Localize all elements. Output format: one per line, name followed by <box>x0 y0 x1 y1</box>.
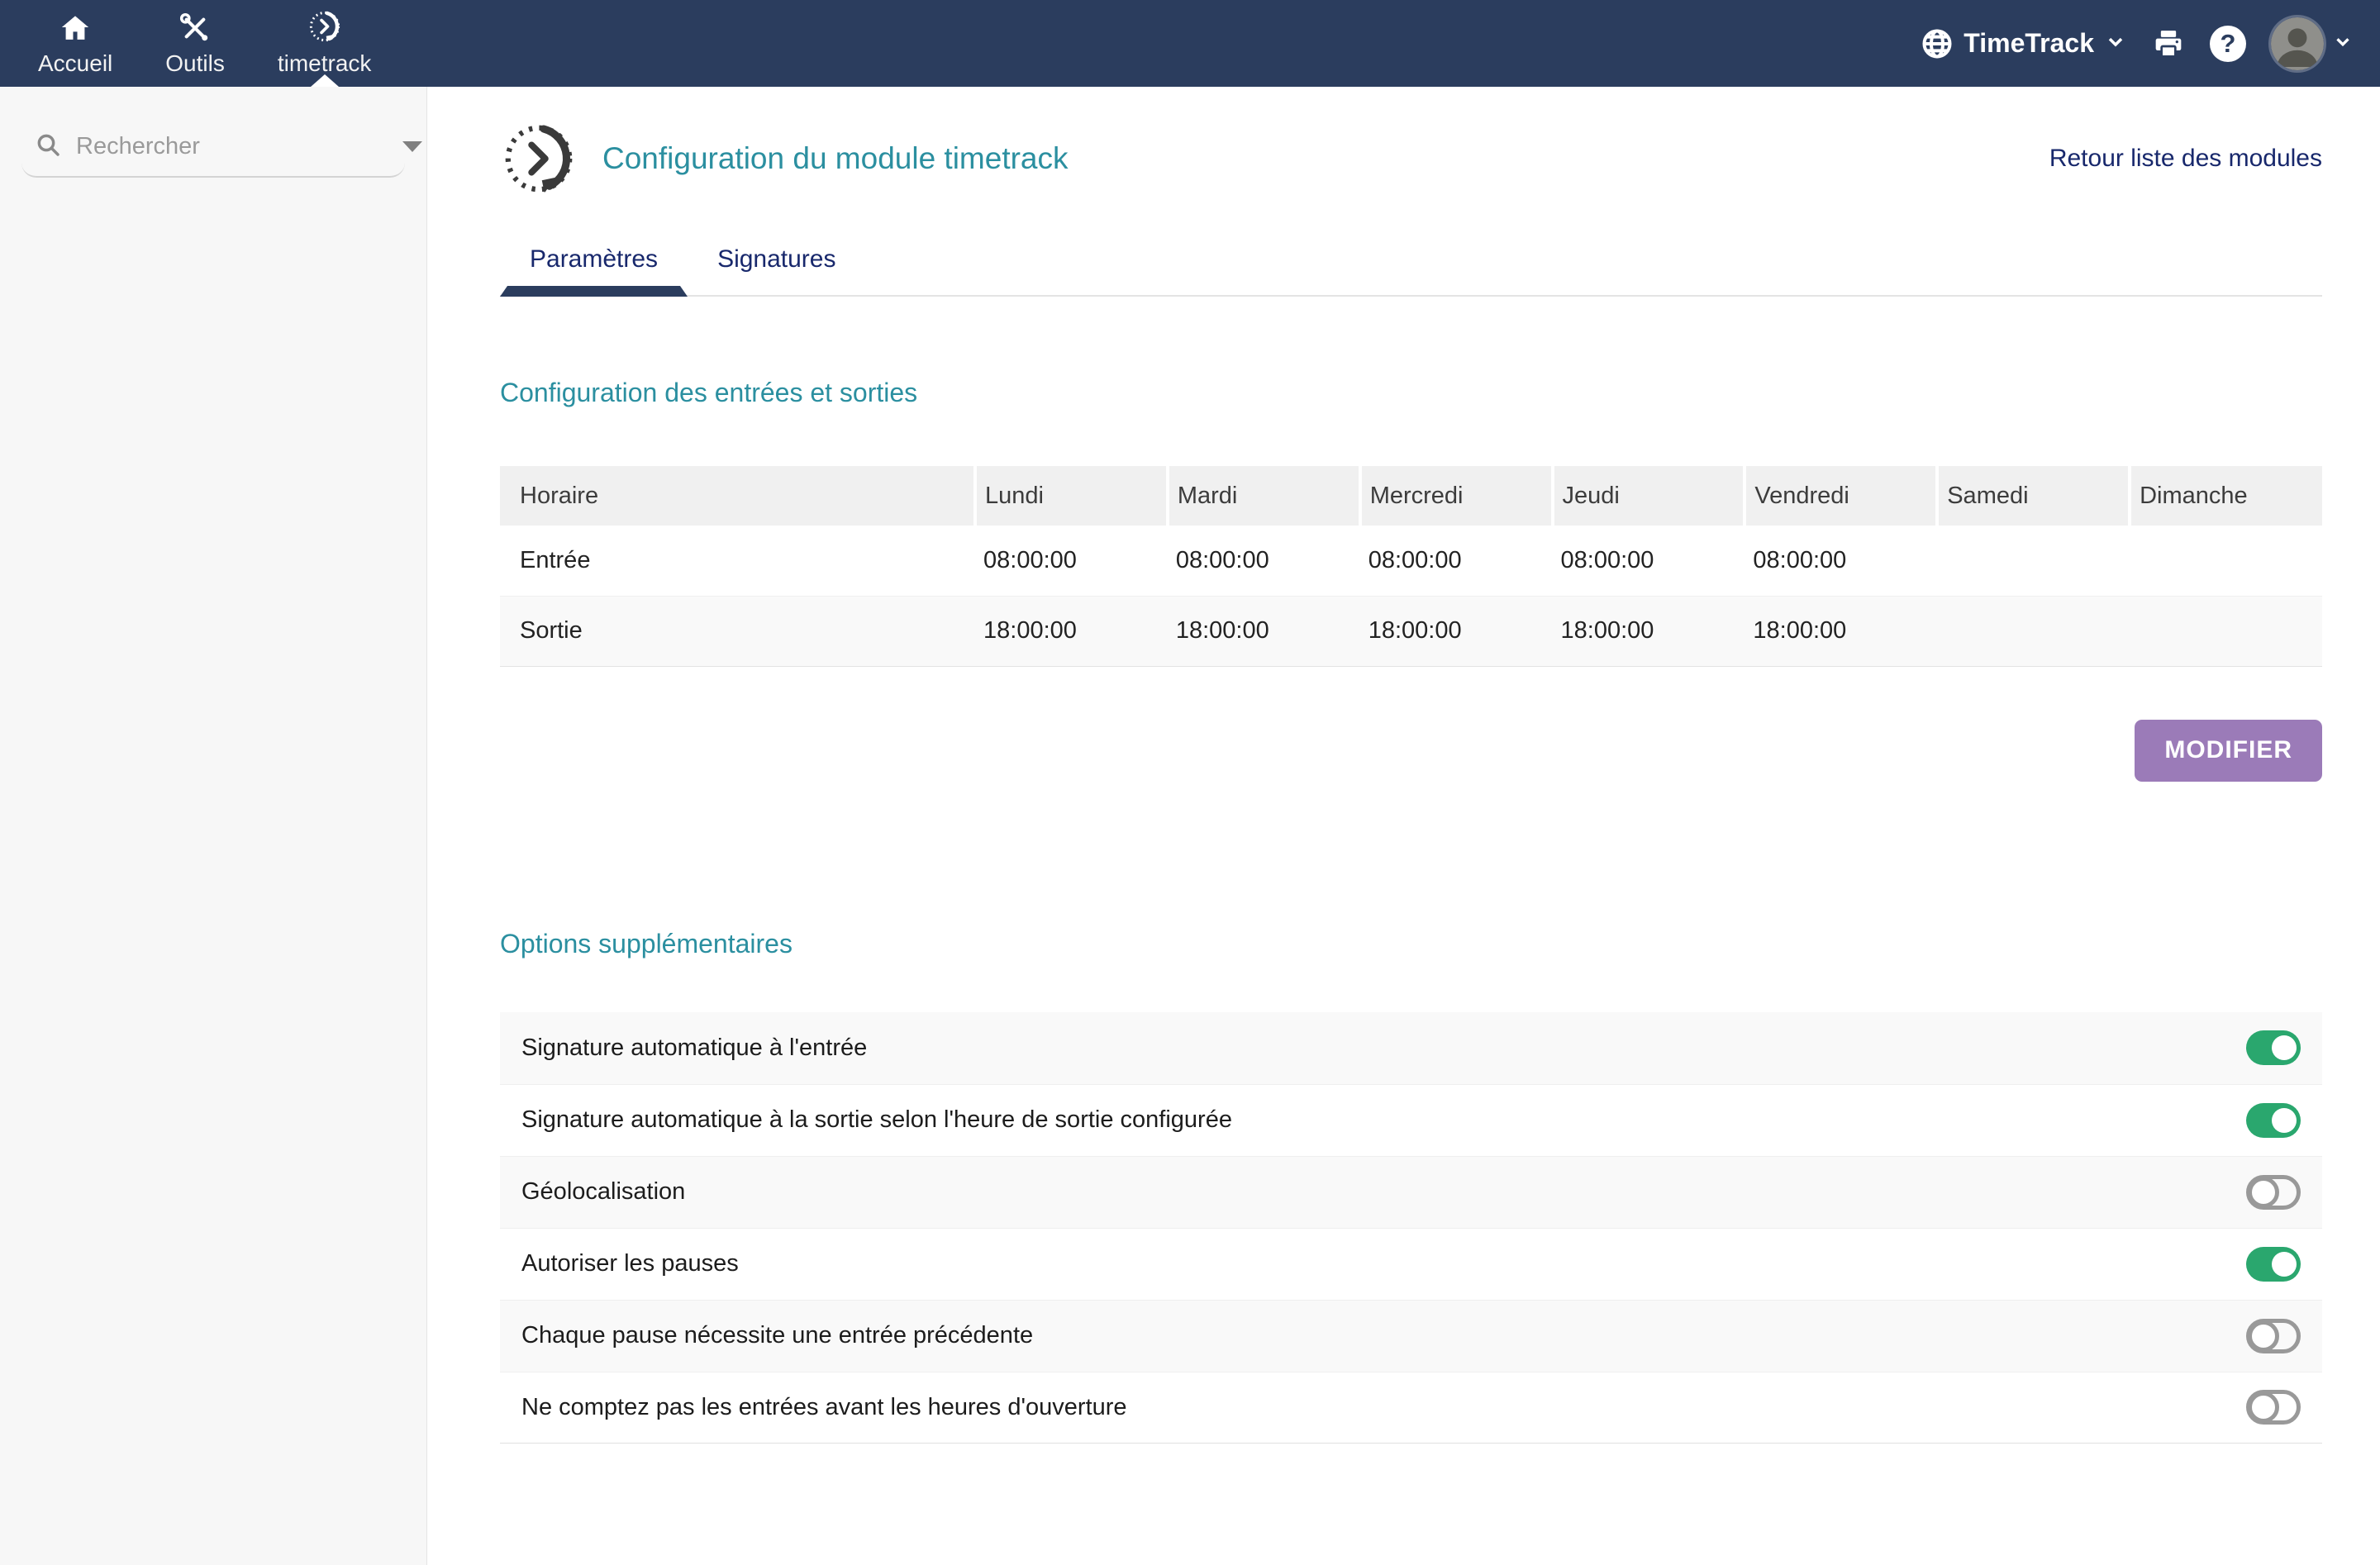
search-input[interactable] <box>76 133 388 160</box>
row-label: Entrée <box>500 526 975 596</box>
toggle-option-3-on[interactable] <box>2246 1247 2301 1282</box>
schedule-time-cell: 08:00:00 <box>1168 526 1360 596</box>
schedule-table: HoraireLundiMardiMercrediJeudiVendrediSa… <box>500 466 2322 667</box>
timetrack-icon <box>307 11 342 44</box>
page-title: Configuration du module timetrack <box>602 141 1069 176</box>
timetrack-module-icon <box>500 120 578 197</box>
toggle-knob <box>2248 1391 2279 1423</box>
option-label: Chaque pause nécessite une entrée précéd… <box>521 1322 1033 1349</box>
page-layout: Configuration du module timetrack Retour… <box>0 87 2380 1565</box>
column-header-jeudi: Jeudi <box>1553 466 1745 526</box>
page-header: Configuration du module timetrack Retour… <box>500 120 2322 197</box>
globe-icon <box>1921 27 1954 60</box>
option-label: Géolocalisation <box>521 1178 685 1206</box>
option-label: Ne comptez pas les entrées avant les heu… <box>521 1394 1127 1421</box>
toggle-knob <box>2272 1252 2297 1277</box>
app-name: TimeTrack <box>1963 28 2094 59</box>
schedule-time-cell: 08:00:00 <box>1360 526 1553 596</box>
toggle-option-0-on[interactable] <box>2246 1030 2301 1065</box>
options-list: Signature automatique à l'entrée Signatur… <box>500 1012 2322 1444</box>
column-header-dimanche: Dimanche <box>2130 466 2322 526</box>
toggle-option-4-off[interactable] <box>2246 1319 2301 1353</box>
option-row: Signature automatique à l'entrée <box>500 1012 2322 1084</box>
column-header-mercredi: Mercredi <box>1360 466 1553 526</box>
column-header-samedi: Samedi <box>1937 466 2130 526</box>
option-label: Signature automatique à l'entrée <box>521 1035 867 1062</box>
schedule-time-cell: 18:00:00 <box>1553 596 1745 666</box>
option-row: Géolocalisation <box>500 1156 2322 1228</box>
avatar <box>2271 17 2324 70</box>
main-menu: Accueil Outils <box>0 0 397 87</box>
schedule-row-sortie: Sortie18:00:0018:00:0018:00:0018:00:0018… <box>500 596 2322 666</box>
chevron-down-icon <box>2332 31 2354 56</box>
column-header-lundi: Lundi <box>975 466 1168 526</box>
navbar-right: TimeTrack ? <box>1921 0 2380 87</box>
options-section-heading: Options supplémentaires <box>500 929 2322 959</box>
toggle-option-2-off[interactable] <box>2246 1175 2301 1210</box>
column-header-mardi: Mardi <box>1168 466 1360 526</box>
column-header-vendredi: Vendredi <box>1745 466 1937 526</box>
nav-item-timetrack[interactable]: timetrack <box>251 0 398 87</box>
option-row: Signature automatique à la sortie selon … <box>500 1084 2322 1156</box>
schedule-time-cell: 18:00:00 <box>975 596 1168 666</box>
nav-item-label: Outils <box>165 50 225 77</box>
schedule-time-cell <box>2130 596 2322 666</box>
toggle-knob <box>2248 1177 2279 1208</box>
chevron-down-icon <box>2104 30 2127 57</box>
help-icon[interactable]: ? <box>2210 26 2246 62</box>
user-menu[interactable] <box>2271 17 2354 70</box>
schedule-time-cell: 08:00:00 <box>1553 526 1745 596</box>
tab-signatures[interactable]: Signatures <box>688 245 865 295</box>
nav-item-accueil[interactable]: Accueil <box>12 0 139 87</box>
schedule-time-cell <box>1937 596 2130 666</box>
option-row: Chaque pause nécessite une entrée précéd… <box>500 1300 2322 1372</box>
option-row: Autoriser les pauses <box>500 1228 2322 1300</box>
app-switcher[interactable]: TimeTrack <box>1921 27 2127 60</box>
schedule-header-row: HoraireLundiMardiMercrediJeudiVendrediSa… <box>500 466 2322 526</box>
top-navbar: Accueil Outils <box>0 0 2380 87</box>
sidebar <box>0 87 427 1565</box>
column-header-horaire: Horaire <box>500 466 975 526</box>
schedule-time-cell: 18:00:00 <box>1360 596 1553 666</box>
toggle-option-5-off[interactable] <box>2246 1390 2301 1425</box>
tab-label: Signatures <box>717 245 835 273</box>
nav-item-label: timetrack <box>278 50 372 77</box>
schedule-time-cell <box>1937 526 2130 596</box>
schedule-section-heading: Configuration des entrées et sorties <box>500 378 2322 408</box>
schedule-time-cell <box>2130 526 2322 596</box>
row-label: Sortie <box>500 596 975 666</box>
option-row: Ne comptez pas les entrées avant les heu… <box>500 1372 2322 1444</box>
schedule-time-cell: 08:00:00 <box>1745 526 1937 596</box>
tab-parametres[interactable]: Paramètres <box>500 245 688 295</box>
schedule-row-entrée: Entrée08:00:0008:00:0008:00:0008:00:0008… <box>500 526 2322 596</box>
home-icon <box>60 11 91 44</box>
toggle-knob <box>2272 1035 2297 1060</box>
back-to-modules-link[interactable]: Retour liste des modules <box>2049 145 2322 173</box>
search-scope-caret-icon[interactable] <box>402 141 422 152</box>
schedule-time-cell: 18:00:00 <box>1745 596 1937 666</box>
toggle-knob <box>2272 1108 2297 1133</box>
search-icon <box>35 131 61 162</box>
tab-bar: Paramètres Signatures <box>500 245 2322 297</box>
actions-row: MODIFIER <box>500 720 2322 782</box>
nav-item-outils[interactable]: Outils <box>139 0 251 87</box>
printer-icon[interactable] <box>2152 27 2185 60</box>
schedule-time-cell: 18:00:00 <box>1168 596 1360 666</box>
modify-button[interactable]: MODIFIER <box>2135 720 2322 782</box>
toggle-knob <box>2248 1320 2279 1352</box>
main-content: Configuration du module timetrack Retour… <box>427 87 2380 1565</box>
search-box <box>21 125 405 178</box>
toggle-option-1-on[interactable] <box>2246 1103 2301 1138</box>
option-label: Autoriser les pauses <box>521 1250 739 1277</box>
schedule-time-cell: 08:00:00 <box>975 526 1168 596</box>
tab-label: Paramètres <box>530 245 658 273</box>
tools-icon <box>179 11 211 44</box>
option-label: Signature automatique à la sortie selon … <box>521 1106 1232 1134</box>
nav-item-label: Accueil <box>38 50 112 77</box>
